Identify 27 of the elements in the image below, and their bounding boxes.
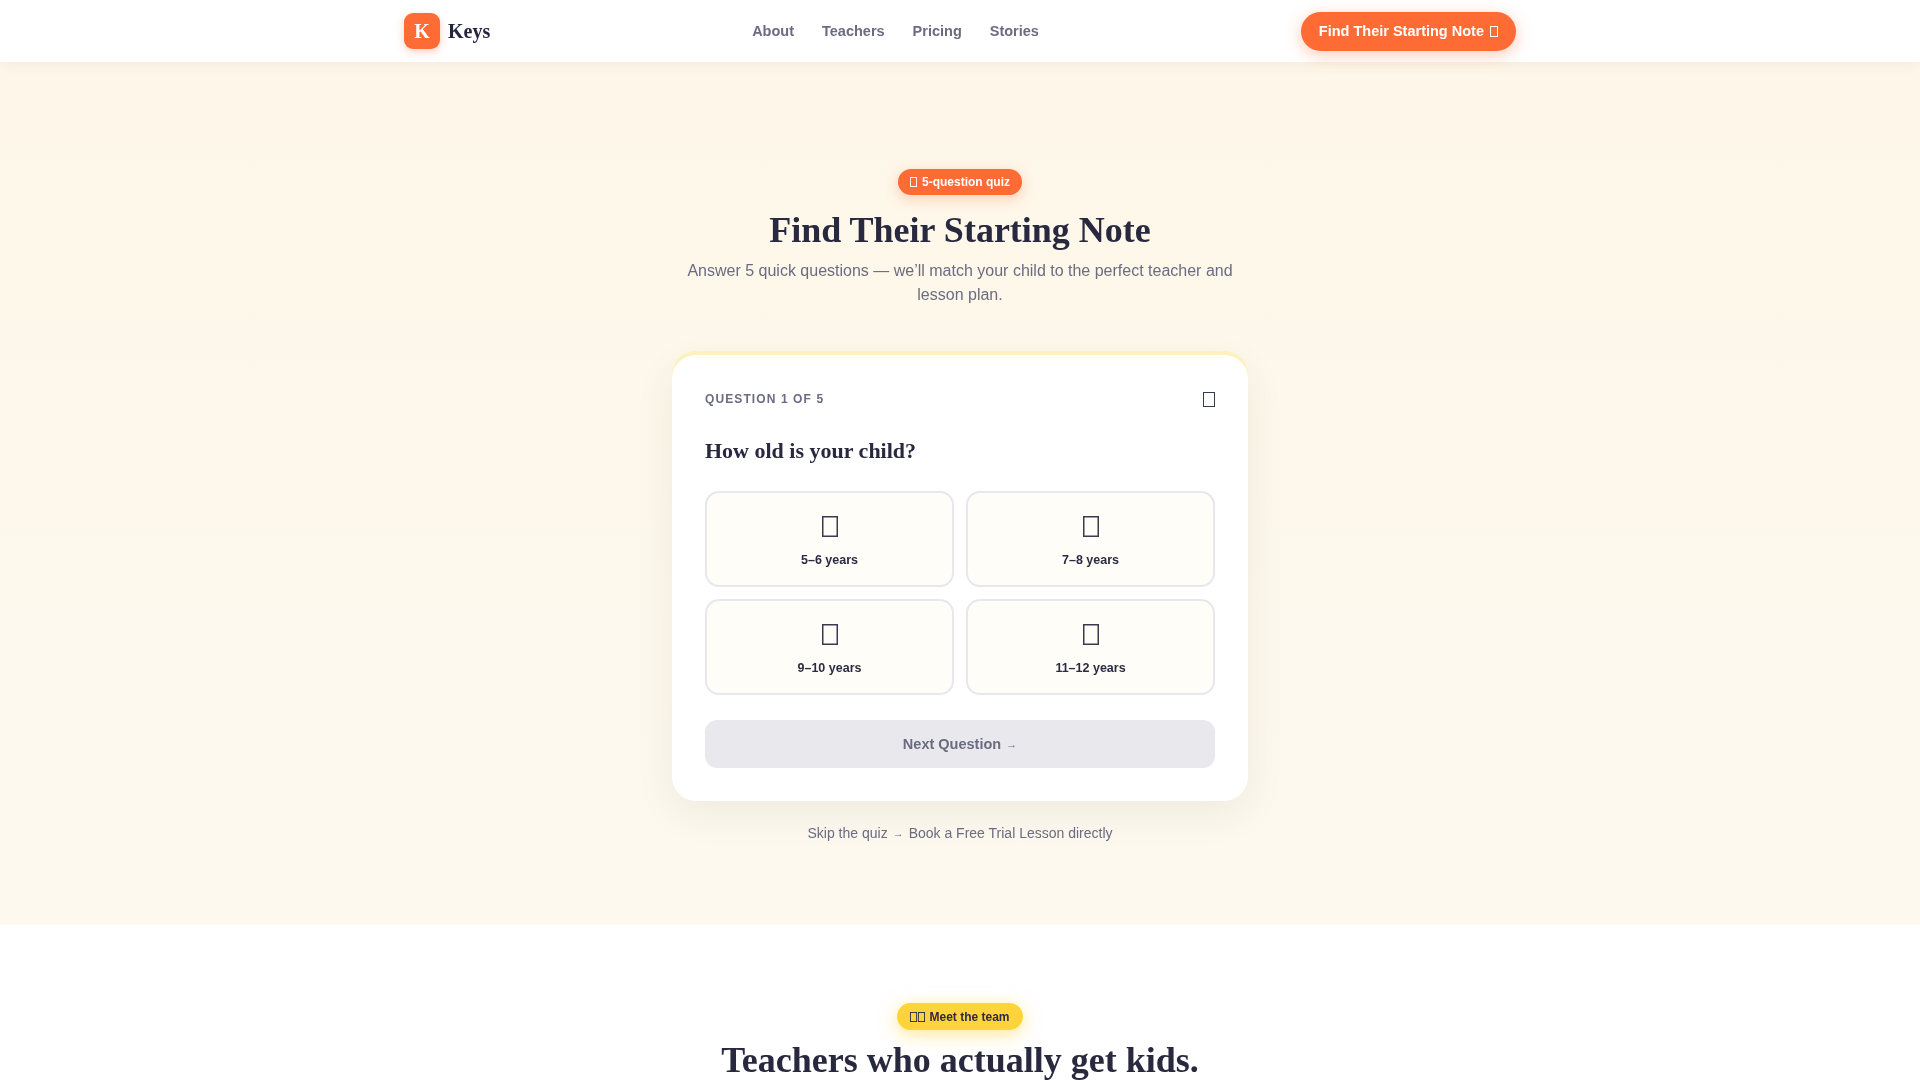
nav-link[interactable]: Teachers [822,23,885,39]
glyph-box-icon [1082,516,1099,537]
nav-link[interactable]: About [752,23,794,39]
progress-label: QUESTION 1 OF 5 [705,391,825,407]
glyph-box-icon [821,516,838,537]
badge-text: Meet the team [929,1009,1010,1024]
nav-link[interactable]: Stories [989,23,1039,39]
glyph-box-icon [1490,25,1498,37]
glyph-boxes-icon [910,1011,926,1022]
glyph-box-icon [910,177,917,187]
badge-text: 5-question quiz [922,175,1010,189]
logo-mark[interactable]: K [404,13,440,49]
question-title: How old is your child? [705,438,918,464]
hero-title: Find Their Starting Note [769,210,1151,251]
age-option[interactable]: 9–10 years [705,599,954,695]
age-option[interactable]: 7–8 years [966,491,1215,587]
nav-link[interactable]: Pricing [912,23,962,39]
age-option[interactable]: 11–12 years [966,599,1215,695]
hero-subtitle: Answer 5 quick questions — we’ll match your child to the perfect teacher and lesson plan. [686,261,1234,305]
brand-name[interactable]: Keys [448,19,491,43]
section-title: Teachers who actually get kids. [721,1040,1199,1080]
age-option[interactable]: 5–6 years [705,491,954,587]
glyph-box-icon [1082,624,1099,645]
glyph-box-icon [821,624,838,645]
glyph-box-icon [1203,391,1215,407]
cta-button[interactable]: Find Their Starting Note [1300,11,1516,51]
skip-quiz-link[interactable]: Skip the quiz → Book a Free Trial Lesson directly [807,823,1113,843]
